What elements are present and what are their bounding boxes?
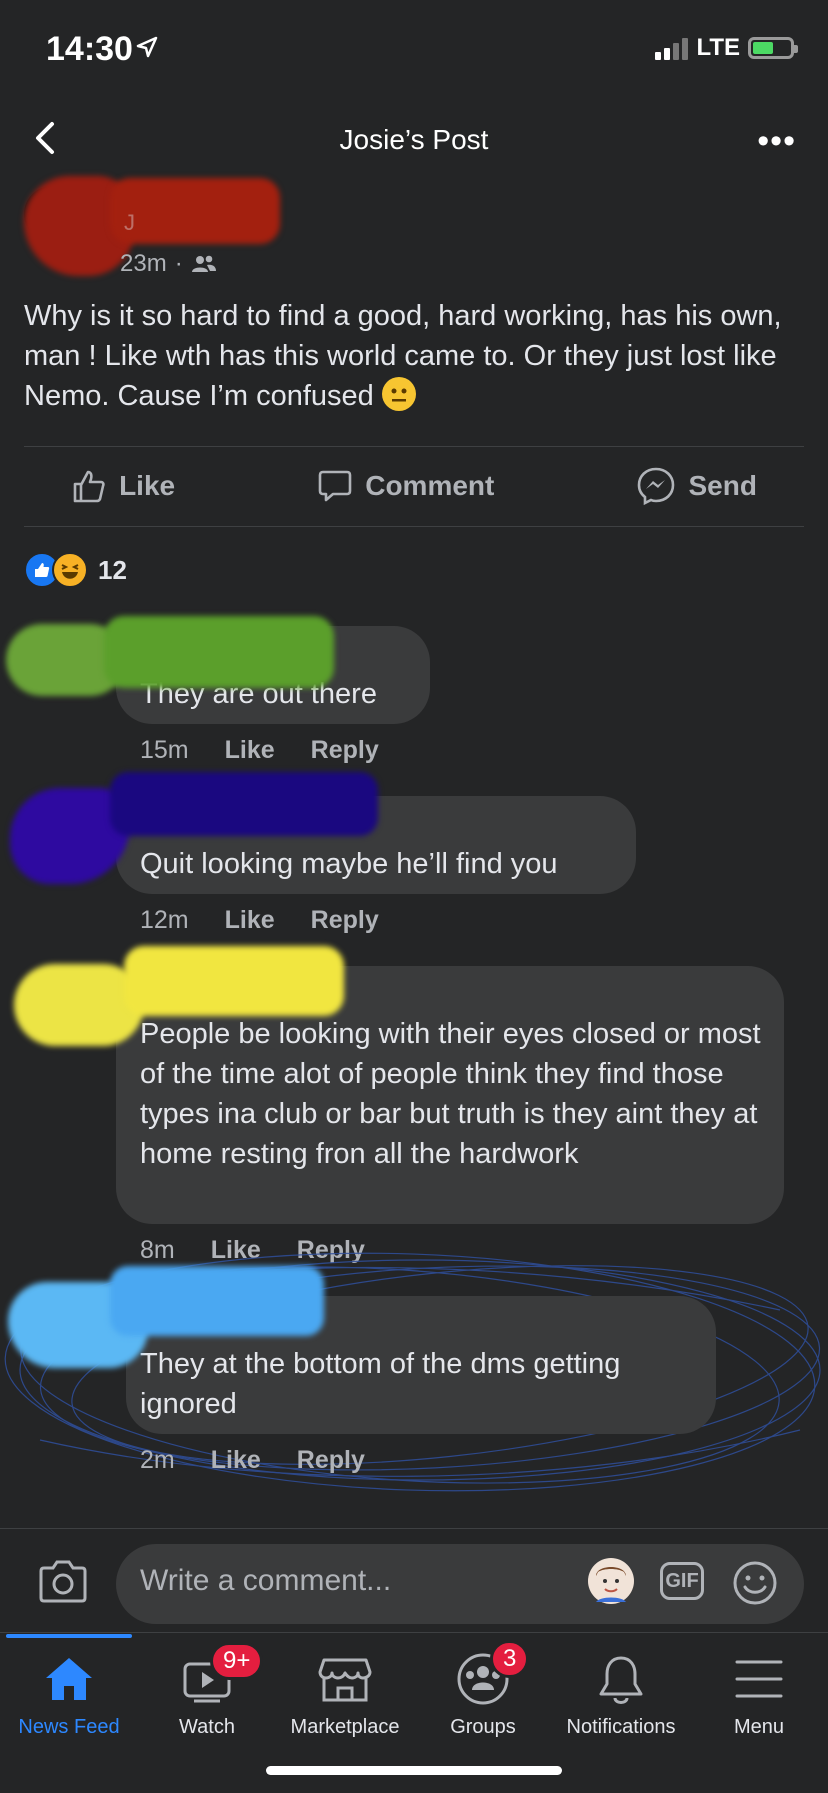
post-body: Why is it so hard to find a good, hard w… (24, 296, 804, 416)
camera-icon[interactable] (38, 1558, 88, 1604)
comment-text: People be looking with their eyes closed… (140, 1018, 761, 1170)
comment-like-button[interactable]: Like (225, 906, 275, 935)
redaction-mark (110, 1266, 324, 1336)
comment-label: Comment (365, 470, 495, 501)
reaction-count: 12 (98, 554, 127, 585)
tab-label: Marketplace (290, 1716, 400, 1738)
redaction-mark (110, 772, 378, 836)
tab-label: Groups (450, 1716, 516, 1738)
comment-text: They at the bottom of the dms getting ig… (140, 1348, 621, 1420)
thumbs-up-icon (73, 470, 105, 503)
location-arrow-icon (136, 36, 158, 58)
comment-reply-button[interactable]: Reply (311, 906, 379, 935)
redaction-mark (110, 178, 280, 244)
comment-meta: 2m Like Reply (140, 1446, 365, 1475)
comment-like-button[interactable]: Like (225, 736, 275, 765)
tab-notifications[interactable]: Notifications (552, 1632, 690, 1738)
page-title: Josie’s Post (339, 124, 489, 155)
messenger-icon (638, 467, 675, 506)
tab-groups[interactable]: 3 Groups (414, 1632, 552, 1738)
home-indicator (266, 1766, 562, 1775)
comment-meta: 12m Like Reply (140, 906, 379, 935)
battery-icon (748, 37, 798, 59)
post-author-initial: J (124, 210, 135, 235)
signal-icon (655, 36, 689, 60)
avatar-sticker-icon[interactable] (588, 1558, 634, 1604)
tab-label: Watch (179, 1716, 235, 1738)
menu-icon (735, 1660, 783, 1698)
comment-reply-button[interactable]: Reply (311, 736, 379, 765)
like-button[interactable]: Like (71, 468, 175, 504)
gif-button[interactable]: GIF (660, 1562, 704, 1600)
comment-like-button[interactable]: Like (211, 1446, 261, 1475)
post-time[interactable]: 23m (120, 250, 167, 278)
divider (24, 446, 804, 447)
notification-badge: 3 (490, 1640, 530, 1678)
comment-time: 15m (140, 736, 189, 764)
comment-text: Quit looking maybe he’ll find you (140, 848, 558, 880)
divider (24, 526, 804, 527)
comment-reply-button[interactable]: Reply (297, 1446, 365, 1475)
status-indicators: LTE (655, 34, 798, 62)
home-icon (46, 1658, 92, 1700)
comment-placeholder: Write a comment... (140, 1564, 392, 1597)
comment-time: 2m (140, 1446, 175, 1474)
haha-reaction-icon (52, 552, 88, 588)
post-meta: 23m · (120, 250, 217, 278)
network-label: LTE (696, 34, 740, 61)
send-label: Send (688, 470, 757, 501)
comment-icon (318, 470, 352, 502)
comment-time: 12m (140, 906, 189, 934)
redaction-mark (124, 946, 344, 1016)
like-label: Like (119, 470, 176, 501)
friends-audience-icon (191, 255, 216, 272)
send-button[interactable]: Send (636, 466, 757, 506)
tab-watch[interactable]: 9+ Watch (138, 1632, 276, 1738)
notification-badge: 9+ (210, 1642, 264, 1680)
comment-button[interactable]: Comment (317, 468, 494, 504)
tab-label: Notifications (566, 1716, 676, 1738)
redaction-mark (104, 616, 334, 688)
status-time: 14:30 (46, 30, 133, 68)
more-options-button[interactable]: ••• (757, 122, 796, 161)
tab-label: Menu (733, 1716, 785, 1738)
marketplace-icon (318, 1658, 372, 1702)
meta-separator: · (174, 250, 183, 277)
tab-label: News Feed (18, 1716, 120, 1738)
bell-icon (599, 1656, 643, 1704)
neutral-face-emoji-icon (381, 377, 416, 411)
tab-marketplace[interactable]: Marketplace (276, 1632, 414, 1738)
tab-menu[interactable]: Menu (690, 1632, 828, 1738)
post-actions: Like Comment Send (0, 466, 828, 506)
tab-news-feed[interactable]: News Feed (0, 1632, 138, 1738)
reactions-summary[interactable]: 12 (24, 552, 127, 588)
emoji-icon[interactable] (732, 1560, 778, 1606)
comment-meta: 15m Like Reply (140, 736, 379, 765)
